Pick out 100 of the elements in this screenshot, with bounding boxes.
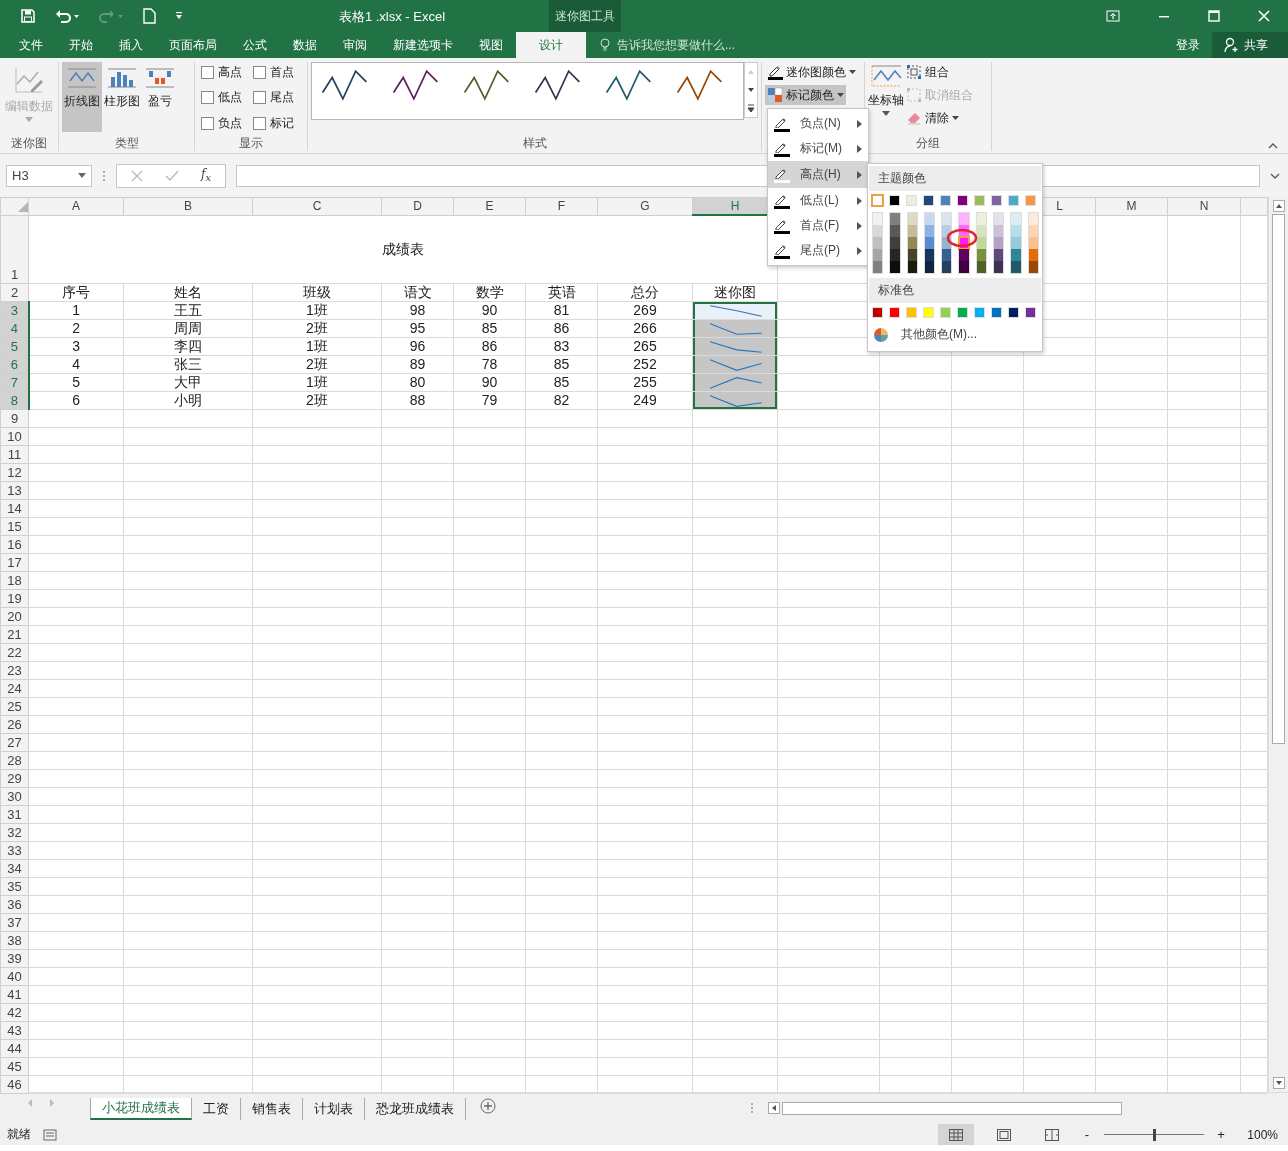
check-icon[interactable] — [165, 169, 179, 182]
add-sheet-icon[interactable] — [480, 1098, 496, 1114]
column-header[interactable]: M — [1095, 197, 1168, 215]
color-swatch[interactable] — [924, 225, 935, 237]
color-swatch[interactable] — [976, 213, 987, 225]
sheet-tab[interactable]: 工资 — [192, 1098, 241, 1120]
color-swatch[interactable] — [976, 261, 987, 273]
ribbon-tab[interactable]: 开始 — [56, 32, 106, 58]
color-swatch[interactable] — [1028, 237, 1038, 249]
undo-icon[interactable] — [54, 8, 80, 24]
checkbox[interactable]: 负点 — [201, 114, 253, 132]
color-button[interactable]: 标记颜色 — [765, 85, 846, 105]
color-swatch[interactable] — [1011, 261, 1021, 273]
maximize-icon[interactable] — [1208, 10, 1220, 22]
ribbon-tab[interactable]: 数据 — [280, 32, 330, 58]
color-swatch[interactable] — [873, 213, 883, 225]
view-button[interactable] — [938, 1124, 974, 1145]
zoom-out-button[interactable]: - — [1082, 1127, 1092, 1142]
more-colors-item[interactable]: 其他颜色(M)... — [868, 322, 982, 347]
color-swatch[interactable] — [942, 249, 952, 261]
ribbon-tab[interactable]: 设计 — [516, 32, 586, 58]
scrollbar-thumb[interactable] — [782, 1101, 1122, 1115]
color-swatch[interactable] — [872, 195, 883, 206]
ribbon-tab[interactable]: 文件 — [6, 32, 56, 58]
color-swatch[interactable] — [942, 261, 952, 273]
color-swatch[interactable] — [1025, 195, 1036, 206]
color-swatch[interactable] — [957, 195, 968, 206]
color-swatch[interactable] — [994, 237, 1004, 249]
color-swatch[interactable] — [1011, 249, 1021, 261]
color-swatch[interactable] — [907, 213, 917, 225]
color-swatch[interactable] — [923, 307, 934, 318]
color-swatch[interactable] — [994, 225, 1004, 237]
sheet-tab[interactable]: 小花班成绩表 — [90, 1098, 192, 1120]
column-header[interactable]: F — [525, 197, 598, 215]
ribbon-tab[interactable]: 公式 — [230, 32, 280, 58]
next-sheet-icon[interactable] — [48, 1098, 56, 1108]
close-icon[interactable] — [1258, 10, 1270, 22]
color-swatch[interactable] — [890, 249, 900, 261]
color-swatch[interactable] — [959, 261, 969, 273]
scroll-down-icon[interactable] — [1272, 1077, 1285, 1089]
color-swatch[interactable] — [976, 225, 987, 237]
axis-button[interactable]: 坐标轴 — [868, 62, 904, 132]
menu-item[interactable]: 尾点(P) — [768, 238, 868, 263]
ribbon-tab[interactable]: 页面布局 — [156, 32, 230, 58]
color-swatch[interactable] — [924, 237, 935, 249]
color-swatch[interactable] — [906, 307, 917, 318]
color-swatch[interactable] — [1011, 213, 1021, 225]
redo-icon[interactable] — [98, 8, 124, 24]
tell-me-field[interactable]: 告诉我您想要做什么... — [615, 37, 769, 53]
color-swatch[interactable] — [889, 307, 900, 318]
zoom-in-button[interactable]: + — [1216, 1127, 1226, 1142]
color-swatch[interactable] — [890, 237, 900, 249]
color-swatch[interactable] — [924, 213, 935, 225]
color-swatch[interactable] — [976, 249, 987, 261]
expand-icon[interactable] — [1270, 172, 1280, 179]
column-header[interactable]: B — [123, 197, 253, 215]
group-command-button[interactable]: 组合 — [904, 62, 975, 82]
color-swatch[interactable] — [1028, 213, 1038, 225]
ribbon-tab[interactable]: 新建选项卡 — [380, 32, 466, 58]
color-swatch[interactable] — [1008, 307, 1019, 318]
name-box[interactable]: H3 — [6, 164, 92, 187]
color-swatch[interactable] — [974, 195, 985, 206]
column-header[interactable]: E — [453, 197, 526, 215]
customize-caret-icon[interactable] — [174, 11, 184, 21]
column-header[interactable]: D — [381, 197, 454, 215]
color-swatch[interactable] — [890, 225, 900, 237]
ribbon-tab[interactable]: 插入 — [106, 32, 156, 58]
color-swatch[interactable] — [906, 195, 917, 206]
new-document-icon[interactable] — [142, 8, 156, 24]
column-header[interactable]: A — [28, 197, 124, 215]
color-swatch[interactable] — [1025, 307, 1036, 318]
color-swatch[interactable] — [959, 249, 969, 261]
sheet-tab[interactable]: 销售表 — [241, 1098, 303, 1120]
ribbon-display-icon[interactable] — [1106, 10, 1120, 22]
color-swatch[interactable] — [890, 261, 900, 273]
column-header[interactable]: N — [1167, 197, 1241, 215]
color-swatch[interactable] — [872, 307, 883, 318]
checkbox[interactable]: 标记 — [253, 114, 305, 132]
checkbox[interactable]: 低点 — [201, 89, 253, 107]
sparkline-type-button[interactable]: 柱形图 — [102, 62, 142, 132]
color-swatch[interactable] — [890, 213, 900, 225]
color-swatch[interactable] — [959, 237, 969, 249]
color-swatch[interactable] — [1028, 249, 1038, 261]
color-swatch[interactable] — [959, 225, 969, 237]
color-swatch[interactable] — [976, 237, 987, 249]
color-swatch[interactable] — [1008, 195, 1019, 206]
scroll-up-icon[interactable] — [1272, 200, 1285, 212]
color-swatch[interactable] — [907, 237, 917, 249]
sheet-tab[interactable]: 计划表 — [303, 1098, 365, 1120]
color-swatch[interactable] — [994, 249, 1004, 261]
color-swatch[interactable] — [957, 307, 968, 318]
color-swatch[interactable] — [940, 195, 951, 206]
color-swatch[interactable] — [994, 261, 1004, 273]
macro-record-icon[interactable] — [43, 1128, 57, 1141]
color-swatch[interactable] — [907, 249, 917, 261]
insert-function-button[interactable]: f$_{x}$ — [201, 167, 212, 184]
color-swatch[interactable] — [974, 307, 985, 318]
color-swatch[interactable] — [907, 225, 917, 237]
color-swatch[interactable] — [873, 249, 883, 261]
color-swatch[interactable] — [873, 225, 883, 237]
